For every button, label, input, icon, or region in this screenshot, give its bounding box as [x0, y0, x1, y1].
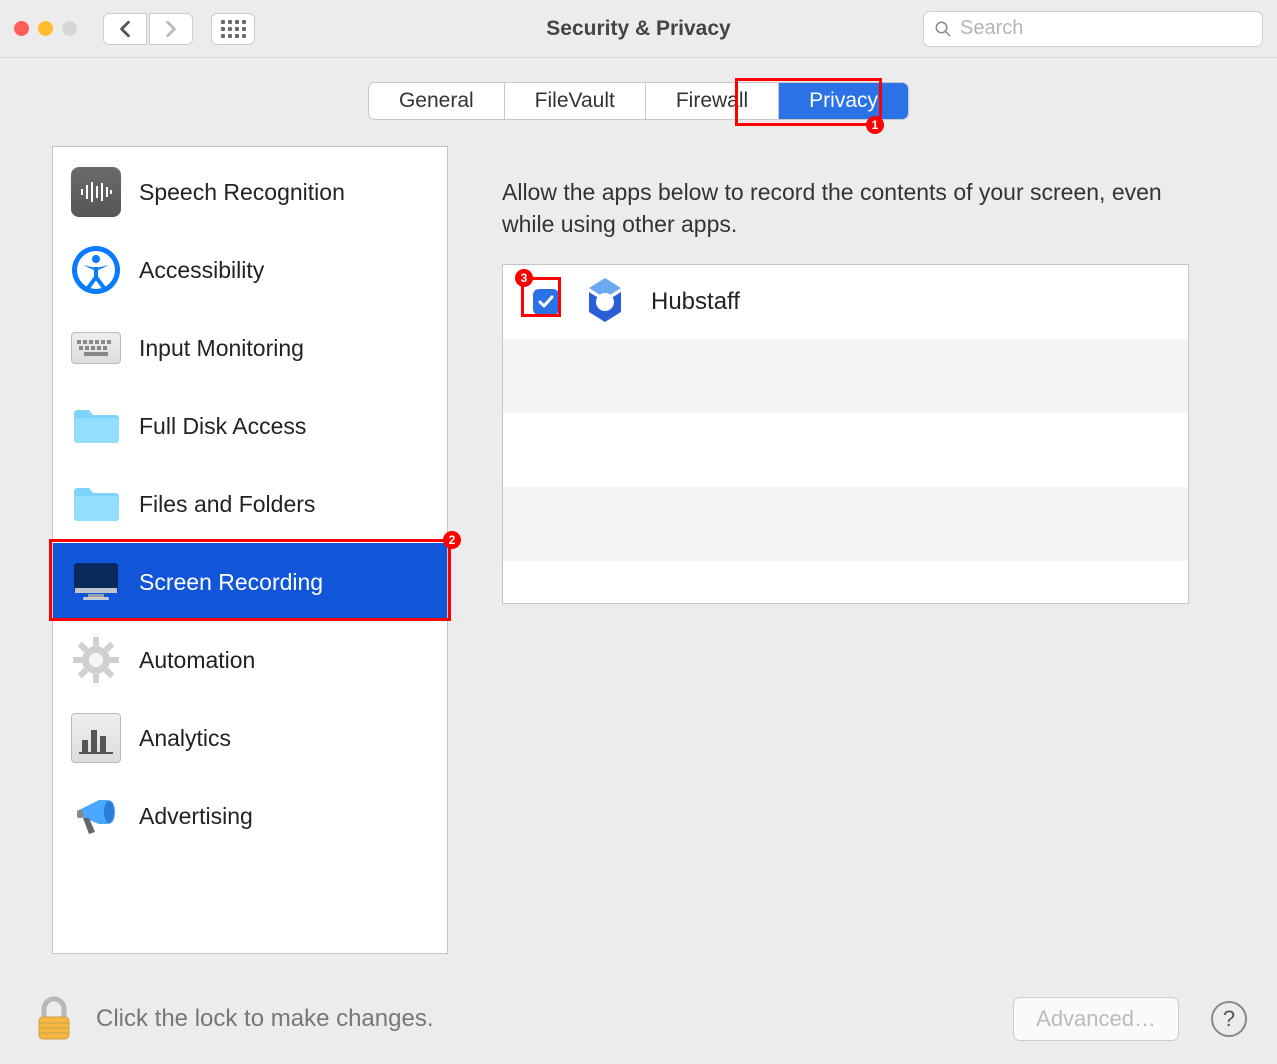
- back-button[interactable]: [103, 13, 147, 45]
- footer-bar: Click the lock to make changes. Advanced…: [0, 974, 1277, 1064]
- search-input[interactable]: [960, 17, 1252, 40]
- lock-icon: [30, 995, 78, 1043]
- nav-buttons: [103, 13, 193, 45]
- gear-icon: [71, 635, 121, 685]
- titlebar: Security & Privacy: [0, 0, 1277, 58]
- tab-general[interactable]: General: [369, 83, 505, 119]
- sidebar-item-screen-recording[interactable]: Screen Recording: [53, 543, 447, 621]
- close-window-button[interactable]: [14, 21, 29, 36]
- hubstaff-app-icon: [577, 274, 633, 330]
- sidebar-item-label: Automation: [139, 647, 255, 674]
- sidebar-item-label: Full Disk Access: [139, 413, 306, 440]
- chevron-left-icon: [118, 20, 132, 38]
- sidebar-item-speech-recognition[interactable]: Speech Recognition: [53, 153, 447, 231]
- app-row-empty: [503, 339, 1188, 413]
- accessibility-icon: [71, 245, 121, 295]
- app-checkbox-hubstaff[interactable]: [533, 289, 559, 315]
- folder-icon: [71, 401, 121, 451]
- sidebar-item-input-monitoring[interactable]: Input Monitoring: [53, 309, 447, 387]
- search-icon: [934, 20, 952, 38]
- app-row-hubstaff[interactable]: Hubstaff 3: [503, 265, 1188, 339]
- sidebar-item-label: Files and Folders: [139, 491, 315, 518]
- window-title: Security & Privacy: [546, 17, 730, 41]
- sidebar-item-label: Speech Recognition: [139, 179, 345, 206]
- app-row-empty: [503, 561, 1188, 605]
- sidebar-item-label: Screen Recording: [139, 569, 323, 596]
- content-area: Speech Recognition Accessibility Input M…: [0, 126, 1277, 974]
- preferences-window: Security & Privacy General FileVault Fir…: [0, 0, 1277, 1064]
- sidebar-item-advertising[interactable]: Advertising: [53, 777, 447, 855]
- advanced-button[interactable]: Advanced…: [1013, 997, 1179, 1041]
- lock-hint-text: Click the lock to make changes.: [96, 1005, 995, 1033]
- monitor-icon: [71, 557, 121, 607]
- tab-filevault[interactable]: FileVault: [505, 83, 646, 119]
- app-row-empty: [503, 413, 1188, 487]
- barchart-icon: [71, 713, 121, 763]
- sidebar-item-label: Analytics: [139, 725, 231, 752]
- lock-button[interactable]: [30, 995, 78, 1043]
- sidebar-item-label: Advertising: [139, 803, 253, 830]
- app-name-label: Hubstaff: [651, 288, 740, 316]
- sidebar-item-full-disk-access[interactable]: Full Disk Access: [53, 387, 447, 465]
- forward-button[interactable]: [149, 13, 193, 45]
- waveform-icon: [71, 167, 121, 217]
- sidebar-item-analytics[interactable]: Analytics: [53, 699, 447, 777]
- keyboard-icon: [71, 332, 121, 364]
- search-field[interactable]: [923, 11, 1263, 47]
- sidebar-item-files-and-folders[interactable]: Files and Folders: [53, 465, 447, 543]
- sidebar-item-accessibility[interactable]: Accessibility: [53, 231, 447, 309]
- tab-privacy[interactable]: Privacy: [779, 83, 908, 119]
- help-button[interactable]: ?: [1211, 1001, 1247, 1037]
- app-permission-list: Hubstaff 3: [502, 264, 1189, 604]
- sidebar-item-label: Input Monitoring: [139, 335, 304, 362]
- sidebar-item-label: Accessibility: [139, 257, 264, 284]
- checkmark-icon: [538, 295, 554, 309]
- zoom-window-button[interactable]: [62, 21, 77, 36]
- app-row-empty: [503, 487, 1188, 561]
- sidebar-item-automation[interactable]: Automation: [53, 621, 447, 699]
- panel-description: Allow the apps below to record the conte…: [466, 146, 1225, 264]
- tab-bar: General FileVault Firewall Privacy: [368, 82, 909, 120]
- privacy-category-sidebar: Speech Recognition Accessibility Input M…: [52, 146, 448, 954]
- megaphone-icon: [71, 791, 121, 841]
- tab-firewall[interactable]: Firewall: [646, 83, 779, 119]
- annotation-badge-3: 3: [515, 269, 533, 287]
- minimize-window-button[interactable]: [38, 21, 53, 36]
- grid-icon: [221, 20, 246, 38]
- show-all-button[interactable]: [211, 13, 255, 45]
- main-panel: Allow the apps below to record the conte…: [466, 146, 1225, 954]
- tabs-row: General FileVault Firewall Privacy 1: [0, 58, 1277, 126]
- folder-icon: [71, 479, 121, 529]
- traffic-lights: [14, 21, 77, 36]
- chevron-right-icon: [164, 20, 178, 38]
